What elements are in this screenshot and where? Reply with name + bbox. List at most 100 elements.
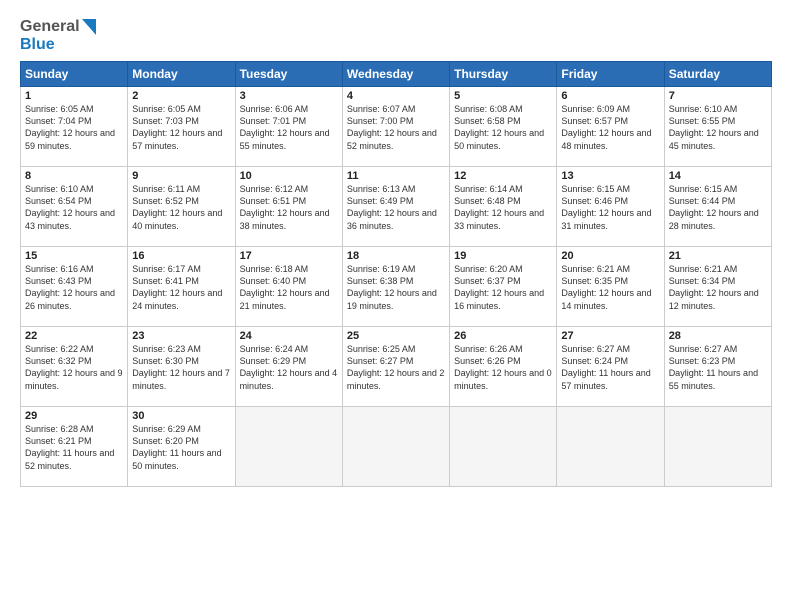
cell-info: Sunrise: 6:25 AMSunset: 6:27 PMDaylight:…	[347, 343, 445, 392]
day-number: 30	[132, 410, 230, 422]
day-number: 26	[454, 330, 552, 342]
weekday-header: Thursday	[450, 62, 557, 87]
weekday-header: Friday	[557, 62, 664, 87]
calendar-cell	[664, 407, 771, 487]
calendar-cell: 22 Sunrise: 6:22 AMSunset: 6:32 PMDaylig…	[21, 327, 128, 407]
day-number: 24	[240, 330, 338, 342]
calendar-cell: 11 Sunrise: 6:13 AMSunset: 6:49 PMDaylig…	[342, 167, 449, 247]
calendar-cell: 27 Sunrise: 6:27 AMSunset: 6:24 PMDaylig…	[557, 327, 664, 407]
cell-info: Sunrise: 6:23 AMSunset: 6:30 PMDaylight:…	[132, 343, 230, 392]
cell-info: Sunrise: 6:15 AMSunset: 6:44 PMDaylight:…	[669, 183, 767, 232]
calendar-cell: 15 Sunrise: 6:16 AMSunset: 6:43 PMDaylig…	[21, 247, 128, 327]
calendar-week-row: 29 Sunrise: 6:28 AMSunset: 6:21 PMDaylig…	[21, 407, 772, 487]
day-number: 8	[25, 170, 123, 182]
calendar-cell: 5 Sunrise: 6:08 AMSunset: 6:58 PMDayligh…	[450, 87, 557, 167]
day-number: 15	[25, 250, 123, 262]
day-number: 27	[561, 330, 659, 342]
cell-info: Sunrise: 6:09 AMSunset: 6:57 PMDaylight:…	[561, 103, 659, 152]
cell-info: Sunrise: 6:29 AMSunset: 6:20 PMDaylight:…	[132, 423, 230, 472]
cell-info: Sunrise: 6:27 AMSunset: 6:23 PMDaylight:…	[669, 343, 767, 392]
day-number: 2	[132, 90, 230, 102]
day-number: 22	[25, 330, 123, 342]
day-number: 14	[669, 170, 767, 182]
day-number: 12	[454, 170, 552, 182]
calendar-cell: 20 Sunrise: 6:21 AMSunset: 6:35 PMDaylig…	[557, 247, 664, 327]
day-number: 20	[561, 250, 659, 262]
calendar-cell: 16 Sunrise: 6:17 AMSunset: 6:41 PMDaylig…	[128, 247, 235, 327]
calendar-cell	[342, 407, 449, 487]
day-number: 1	[25, 90, 123, 102]
calendar-cell: 12 Sunrise: 6:14 AMSunset: 6:48 PMDaylig…	[450, 167, 557, 247]
calendar-week-row: 22 Sunrise: 6:22 AMSunset: 6:32 PMDaylig…	[21, 327, 772, 407]
calendar-cell: 18 Sunrise: 6:19 AMSunset: 6:38 PMDaylig…	[342, 247, 449, 327]
weekday-header: Wednesday	[342, 62, 449, 87]
calendar-cell: 14 Sunrise: 6:15 AMSunset: 6:44 PMDaylig…	[664, 167, 771, 247]
logo-blue: Blue	[20, 36, 55, 53]
day-number: 5	[454, 90, 552, 102]
cell-info: Sunrise: 6:06 AMSunset: 7:01 PMDaylight:…	[240, 103, 338, 152]
cell-info: Sunrise: 6:12 AMSunset: 6:51 PMDaylight:…	[240, 183, 338, 232]
weekday-header: Sunday	[21, 62, 128, 87]
cell-info: Sunrise: 6:18 AMSunset: 6:40 PMDaylight:…	[240, 263, 338, 312]
day-number: 25	[347, 330, 445, 342]
cell-info: Sunrise: 6:10 AMSunset: 6:54 PMDaylight:…	[25, 183, 123, 232]
day-number: 17	[240, 250, 338, 262]
cell-info: Sunrise: 6:05 AMSunset: 7:03 PMDaylight:…	[132, 103, 230, 152]
cell-info: Sunrise: 6:22 AMSunset: 6:32 PMDaylight:…	[25, 343, 123, 392]
cell-info: Sunrise: 6:17 AMSunset: 6:41 PMDaylight:…	[132, 263, 230, 312]
calendar-week-row: 1 Sunrise: 6:05 AMSunset: 7:04 PMDayligh…	[21, 87, 772, 167]
calendar-cell: 17 Sunrise: 6:18 AMSunset: 6:40 PMDaylig…	[235, 247, 342, 327]
cell-info: Sunrise: 6:26 AMSunset: 6:26 PMDaylight:…	[454, 343, 552, 392]
calendar-cell	[557, 407, 664, 487]
cell-info: Sunrise: 6:08 AMSunset: 6:58 PMDaylight:…	[454, 103, 552, 152]
cell-info: Sunrise: 6:07 AMSunset: 7:00 PMDaylight:…	[347, 103, 445, 152]
calendar-cell: 23 Sunrise: 6:23 AMSunset: 6:30 PMDaylig…	[128, 327, 235, 407]
calendar-cell: 21 Sunrise: 6:21 AMSunset: 6:34 PMDaylig…	[664, 247, 771, 327]
cell-info: Sunrise: 6:16 AMSunset: 6:43 PMDaylight:…	[25, 263, 123, 312]
cell-info: Sunrise: 6:20 AMSunset: 6:37 PMDaylight:…	[454, 263, 552, 312]
day-number: 18	[347, 250, 445, 262]
calendar-cell: 19 Sunrise: 6:20 AMSunset: 6:37 PMDaylig…	[450, 247, 557, 327]
calendar-cell: 13 Sunrise: 6:15 AMSunset: 6:46 PMDaylig…	[557, 167, 664, 247]
calendar-week-row: 15 Sunrise: 6:16 AMSunset: 6:43 PMDaylig…	[21, 247, 772, 327]
logo-arrow-icon	[82, 19, 96, 35]
header: General Blue	[20, 18, 772, 53]
weekday-header: Tuesday	[235, 62, 342, 87]
calendar-cell: 9 Sunrise: 6:11 AMSunset: 6:52 PMDayligh…	[128, 167, 235, 247]
calendar-cell: 2 Sunrise: 6:05 AMSunset: 7:03 PMDayligh…	[128, 87, 235, 167]
logo-general: General	[20, 18, 80, 36]
cell-info: Sunrise: 6:21 AMSunset: 6:34 PMDaylight:…	[669, 263, 767, 312]
calendar-cell: 8 Sunrise: 6:10 AMSunset: 6:54 PMDayligh…	[21, 167, 128, 247]
day-number: 28	[669, 330, 767, 342]
cell-info: Sunrise: 6:13 AMSunset: 6:49 PMDaylight:…	[347, 183, 445, 232]
weekday-header: Monday	[128, 62, 235, 87]
day-number: 13	[561, 170, 659, 182]
logo-text: General Blue	[20, 18, 96, 53]
cell-info: Sunrise: 6:10 AMSunset: 6:55 PMDaylight:…	[669, 103, 767, 152]
calendar-cell: 6 Sunrise: 6:09 AMSunset: 6:57 PMDayligh…	[557, 87, 664, 167]
cell-info: Sunrise: 6:21 AMSunset: 6:35 PMDaylight:…	[561, 263, 659, 312]
calendar-cell: 29 Sunrise: 6:28 AMSunset: 6:21 PMDaylig…	[21, 407, 128, 487]
calendar-cell	[450, 407, 557, 487]
cell-info: Sunrise: 6:14 AMSunset: 6:48 PMDaylight:…	[454, 183, 552, 232]
calendar-cell	[235, 407, 342, 487]
calendar-cell: 30 Sunrise: 6:29 AMSunset: 6:20 PMDaylig…	[128, 407, 235, 487]
cell-info: Sunrise: 6:05 AMSunset: 7:04 PMDaylight:…	[25, 103, 123, 152]
day-number: 29	[25, 410, 123, 422]
day-number: 6	[561, 90, 659, 102]
day-number: 3	[240, 90, 338, 102]
day-number: 19	[454, 250, 552, 262]
day-number: 4	[347, 90, 445, 102]
logo: General Blue	[20, 18, 96, 53]
cell-info: Sunrise: 6:15 AMSunset: 6:46 PMDaylight:…	[561, 183, 659, 232]
day-number: 11	[347, 170, 445, 182]
calendar-cell: 28 Sunrise: 6:27 AMSunset: 6:23 PMDaylig…	[664, 327, 771, 407]
day-number: 21	[669, 250, 767, 262]
cell-info: Sunrise: 6:27 AMSunset: 6:24 PMDaylight:…	[561, 343, 659, 392]
calendar-cell: 10 Sunrise: 6:12 AMSunset: 6:51 PMDaylig…	[235, 167, 342, 247]
calendar-cell: 3 Sunrise: 6:06 AMSunset: 7:01 PMDayligh…	[235, 87, 342, 167]
calendar-cell: 4 Sunrise: 6:07 AMSunset: 7:00 PMDayligh…	[342, 87, 449, 167]
weekday-header: Saturday	[664, 62, 771, 87]
day-number: 23	[132, 330, 230, 342]
calendar-week-row: 8 Sunrise: 6:10 AMSunset: 6:54 PMDayligh…	[21, 167, 772, 247]
